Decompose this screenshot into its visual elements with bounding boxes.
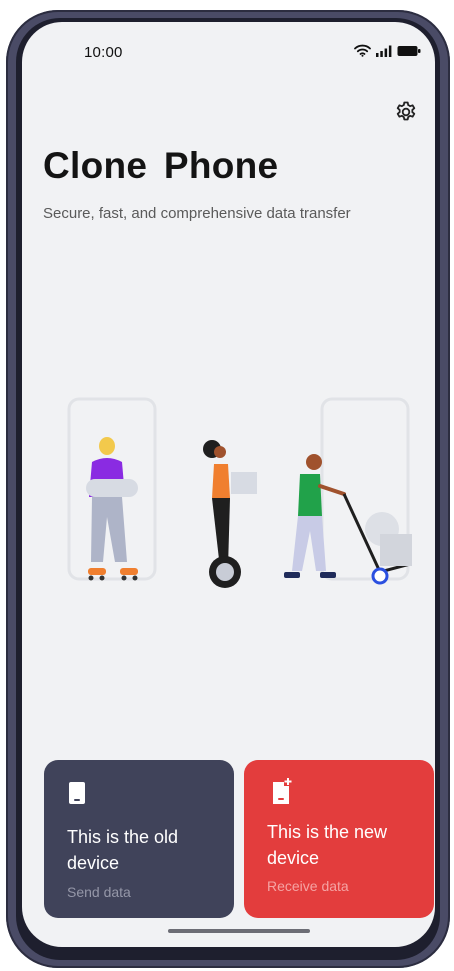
page-subtitle: Secure, fast, and comprehensive data tra…: [43, 205, 351, 222]
person-carrying-box: [86, 437, 138, 581]
status-bar: 10:00: [22, 22, 435, 82]
old-device-subtitle: Send data: [67, 884, 131, 900]
settings-button[interactable]: [389, 95, 423, 129]
new-device-subtitle: Receive data: [267, 878, 349, 894]
person-pushing-dolly: [284, 454, 412, 585]
home-indicator[interactable]: [168, 929, 310, 933]
old-device-title: This is the old device: [67, 827, 179, 873]
transfer-illustration: [67, 397, 412, 588]
new-device-card[interactable]: This is the new device Receive data: [244, 760, 434, 918]
phone-icon: [69, 782, 85, 804]
old-device-card[interactable]: This is the old device Send data: [44, 760, 234, 918]
status-time: 10:00: [84, 44, 123, 61]
phone-plus-icon: [273, 778, 292, 804]
status-icons: [354, 44, 421, 57]
person-on-unicycle: [203, 440, 257, 588]
gear-icon: [396, 101, 416, 121]
page-title: Clone Phone: [43, 145, 279, 186]
wifi-icon: [354, 44, 371, 57]
new-device-title: This is the new device: [267, 822, 388, 868]
screen: 10:00 Clone Phone Secure, fast, and comp…: [22, 22, 435, 947]
battery-icon: [397, 45, 421, 56]
signal-icon: [376, 45, 392, 57]
